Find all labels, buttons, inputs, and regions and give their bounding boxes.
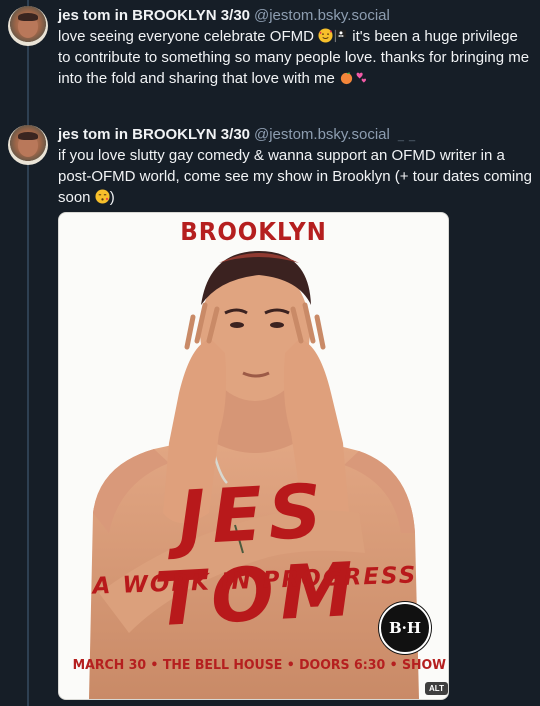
author-handle[interactable]: @jestom.bsky.social [254,126,390,143]
poster-title: JES TOM [152,468,362,644]
pirate-flag-emoji [335,29,347,43]
author-name[interactable]: jes tom in BROOKLYN 3/30 [58,7,250,24]
avatar[interactable] [8,6,48,46]
avatar[interactable] [8,125,48,165]
two-hearts-emoji [356,72,367,83]
author-name[interactable]: jes tom in BROOKLYN 3/30 [58,126,250,143]
post-text: love seeing everyone celebrate OFMD it's… [58,28,530,87]
post-header: jes tom in BROOKLYN 3/30 @jestom.bsky.soc… [58,125,416,146]
face-blowing-kiss-emoji [95,189,110,204]
poster-city: BROOKLYN [180,217,327,246]
thread: jes tom in BROOKLYN 3/30 @jestom.bsky.soc… [0,0,540,706]
poster-event-details: MARCH 30 • THE BELL HOUSE • DOORS 6:30 •… [72,657,449,673]
post-image[interactable]: BROOKLYN JES TOM A WORK IN PROGRESS B·H … [58,212,449,700]
header-extra: _ _ [397,130,417,142]
venue-logo: B·H [379,602,431,654]
peach-emoji [340,72,353,85]
author-handle[interactable]: @jestom.bsky.social [254,7,390,24]
post-header: jes tom in BROOKLYN 3/30 @jestom.bsky.soc… [58,6,390,26]
smiling-face-with-hearts-emoji [318,28,333,43]
thread-connector-line [27,0,29,706]
alt-text-badge[interactable]: ALT [425,682,448,695]
post-text: if you love slutty gay comedy & wanna su… [58,147,532,206]
